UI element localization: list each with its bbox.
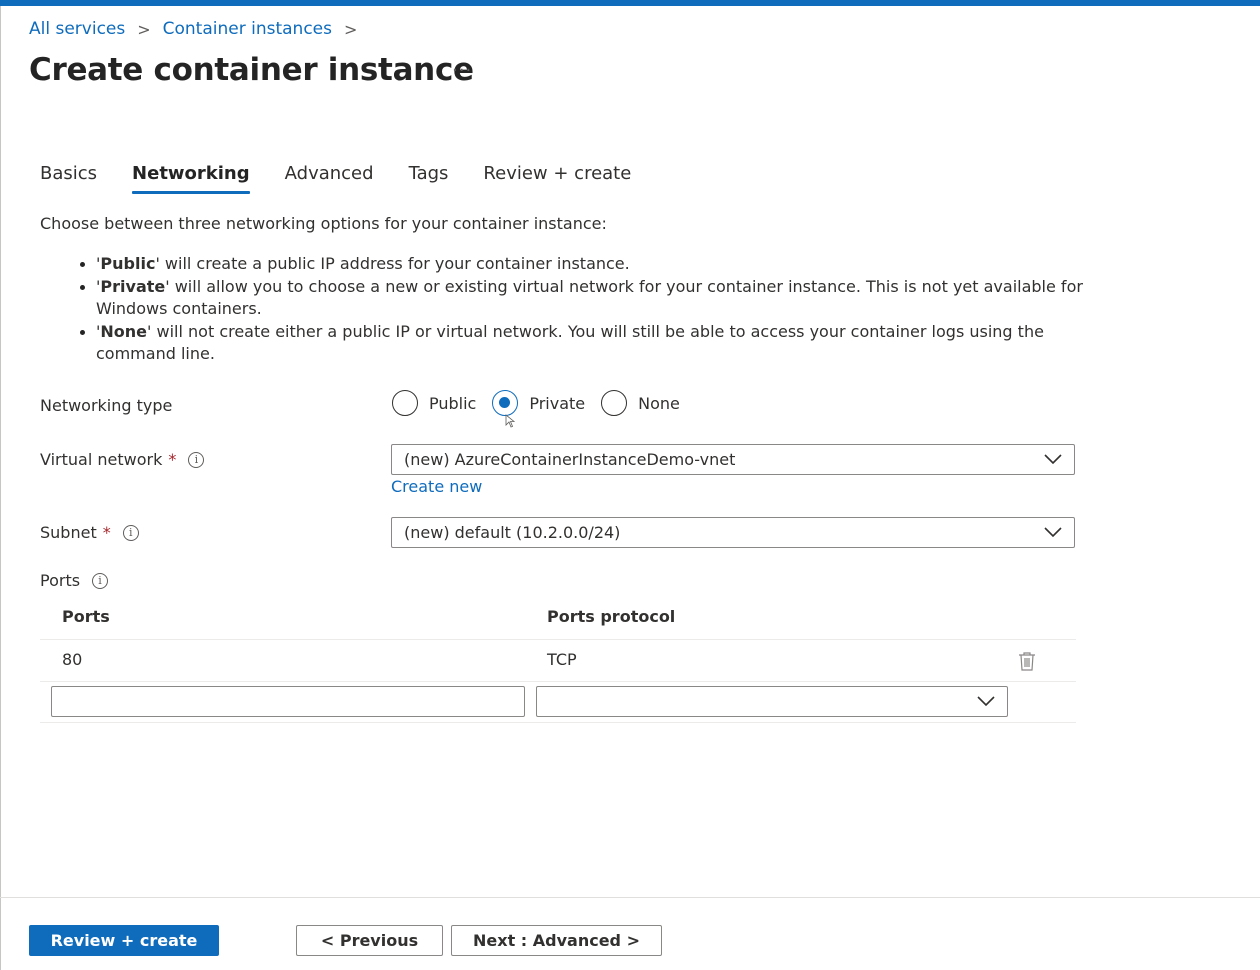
protocol-value: TCP bbox=[547, 650, 577, 669]
more-options-icon[interactable]: ··· bbox=[452, 60, 472, 81]
chevron-down-icon bbox=[1044, 454, 1062, 465]
option-name: Public bbox=[100, 254, 156, 273]
radio-circle[interactable] bbox=[392, 390, 418, 416]
networking-type-label: Networking type bbox=[40, 396, 173, 415]
subnet-dropdown[interactable]: (new) default (10.2.0.0/24) bbox=[391, 517, 1075, 548]
wizard-tabs: Basics Networking Advanced Tags Review +… bbox=[40, 163, 666, 194]
virtual-network-dropdown[interactable]: (new) AzureContainerInstanceDemo-vnet bbox=[391, 444, 1075, 475]
breadcrumb-separator: > bbox=[344, 19, 358, 39]
column-header-protocol: Ports protocol bbox=[547, 607, 676, 626]
review-create-button[interactable]: Review + create bbox=[29, 925, 219, 956]
radio-circle[interactable] bbox=[601, 390, 628, 416]
info-icon[interactable]: i bbox=[188, 451, 205, 468]
list-item: 'Public' will create a public IP address… bbox=[78, 253, 1088, 276]
info-icon[interactable]: i bbox=[122, 524, 139, 541]
radio-label-private: Private bbox=[529, 393, 586, 413]
option-description: ' will not create either a public IP or … bbox=[96, 321, 1044, 364]
networking-intro: Choose between three networking options … bbox=[40, 214, 607, 233]
option-name: Private bbox=[100, 276, 166, 296]
next-advanced-button[interactable]: Next : Advanced > bbox=[451, 925, 662, 956]
create-new-vnet-link[interactable]: Create new bbox=[391, 477, 482, 496]
chevron-down-icon bbox=[1044, 527, 1062, 538]
radio-none[interactable]: None bbox=[601, 390, 680, 416]
networking-options-list: 'Public' will create a public IP address… bbox=[78, 253, 1088, 366]
option-name: None bbox=[100, 321, 148, 341]
radio-label-none: None bbox=[638, 393, 680, 413]
virtual-network-value: (new) AzureContainerInstanceDemo-vnet bbox=[404, 450, 736, 469]
new-protocol-dropdown[interactable] bbox=[536, 686, 1008, 717]
tab-tags[interactable]: Tags bbox=[409, 163, 449, 194]
tab-advanced[interactable]: Advanced bbox=[285, 163, 374, 194]
row-divider bbox=[40, 681, 1076, 682]
row-divider bbox=[40, 722, 1076, 723]
port-value: 80 bbox=[62, 650, 83, 669]
breadcrumb: All services > Container instances > bbox=[29, 19, 369, 39]
radio-circle[interactable] bbox=[492, 390, 519, 416]
option-description: ' will create a public IP address for yo… bbox=[155, 254, 630, 273]
list-item: 'Private' will allow you to choose a new… bbox=[78, 276, 1088, 321]
virtual-network-label: Virtual network * i bbox=[40, 450, 205, 469]
required-asterisk: * bbox=[168, 450, 177, 469]
required-asterisk: * bbox=[102, 523, 111, 542]
tab-networking[interactable]: Networking bbox=[132, 163, 250, 194]
breadcrumb-container-instances[interactable]: Container instances bbox=[163, 19, 332, 39]
info-icon[interactable]: i bbox=[92, 572, 109, 589]
footer-divider bbox=[0, 897, 1260, 898]
mouse-cursor-icon bbox=[505, 414, 515, 428]
option-description: ' will allow you to choose a new or exis… bbox=[96, 276, 1083, 319]
new-port-input[interactable] bbox=[51, 686, 525, 717]
tab-basics[interactable]: Basics bbox=[40, 163, 97, 194]
previous-button[interactable]: < Previous bbox=[296, 925, 443, 956]
breadcrumb-separator: > bbox=[137, 19, 151, 39]
list-item: 'None' will not create either a public I… bbox=[78, 321, 1088, 366]
page-title: Create container instance bbox=[29, 52, 474, 88]
subnet-label: Subnet * i bbox=[40, 523, 139, 542]
row-divider bbox=[40, 639, 1076, 640]
radio-public[interactable]: Public bbox=[392, 390, 476, 416]
ports-section-label: Ports i bbox=[40, 571, 109, 590]
networking-type-radio-group: Public Private None bbox=[392, 390, 696, 416]
radio-label-public: Public bbox=[429, 393, 477, 413]
left-border bbox=[0, 6, 1, 970]
subnet-value: (new) default (10.2.0.0/24) bbox=[404, 523, 621, 542]
tab-review-create[interactable]: Review + create bbox=[483, 163, 631, 194]
column-header-ports: Ports bbox=[62, 607, 110, 626]
chevron-down-icon bbox=[977, 696, 995, 707]
trash-icon[interactable] bbox=[1018, 651, 1036, 671]
top-accent-bar bbox=[0, 0, 1260, 6]
breadcrumb-all-services[interactable]: All services bbox=[29, 19, 125, 39]
radio-private[interactable]: Private bbox=[492, 390, 585, 416]
